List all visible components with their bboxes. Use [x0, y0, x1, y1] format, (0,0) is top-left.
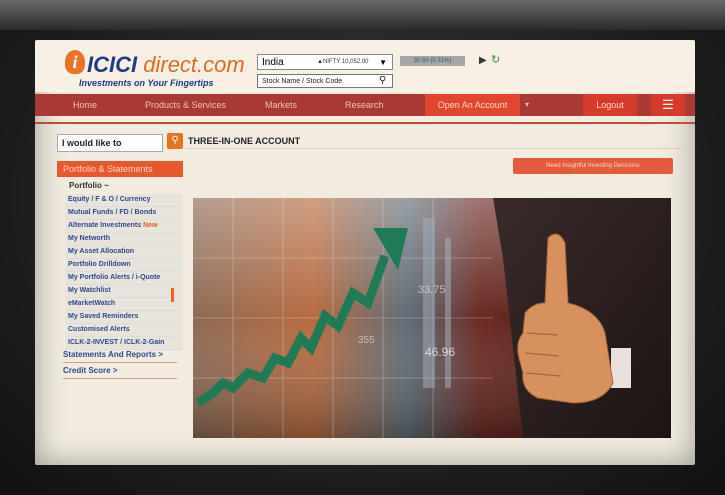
hero-number: 46.96 [425, 345, 455, 359]
main-nav: Home Products & Services Markets Researc… [35, 94, 695, 116]
hero-number: 33.75 [418, 284, 446, 296]
hero-image: 33.75 355 46.96 [193, 198, 671, 438]
search-icon[interactable]: ⚲ [167, 133, 183, 149]
stock-search-input[interactable]: Stock Name / Stock Code [257, 74, 393, 88]
sidebar-item[interactable]: My Saved Reminders [65, 311, 183, 324]
nav-products-services[interactable]: Products & Services [145, 94, 226, 116]
play-icon[interactable]: ▶ [479, 55, 487, 66]
logout-button[interactable]: Logout [583, 94, 637, 116]
hamburger-menu-icon[interactable]: ☰ [651, 94, 685, 116]
open-account-button[interactable]: Open An Account [425, 94, 520, 116]
hero-number: 355 [358, 335, 375, 346]
browser-screen: i ICICI direct.com Investments on Your F… [35, 40, 695, 465]
sidebar-section-header[interactable]: Portfolio & Statements [57, 161, 183, 177]
sidebar-item[interactable]: Mutual Funds / FD / Bonds [65, 207, 183, 220]
logo-tagline: Investments on Your Fingertips [79, 78, 214, 88]
insightful-investing-button[interactable]: Need Insightful Investing Decisions [513, 158, 673, 174]
chevron-down-icon: ▼ [379, 58, 387, 67]
shirt-cuff [611, 348, 631, 388]
sidebar-list: Equity / F & O / Currency Mutual Funds /… [65, 194, 183, 350]
nav-home[interactable]: Home [73, 94, 97, 116]
sidebar-item[interactable]: Customised Alerts [65, 324, 183, 337]
scrollbar-thumb[interactable] [171, 288, 174, 302]
statements-and-reports-link[interactable]: Statements And Reports > [63, 350, 163, 359]
credit-score-link[interactable]: Credit Score > [63, 366, 117, 375]
sidebar-item-alternate-investments[interactable]: Alternate Investments New [65, 220, 183, 233]
search-icon[interactable]: ⚲ [379, 74, 386, 88]
hero-banner: 33.75 355 46.96 [193, 198, 671, 438]
sidebar-item[interactable]: My Asset Allocation [65, 246, 183, 259]
sidebar-portfolio-toggle[interactable]: Portfolio ~ [69, 181, 109, 190]
nav-research[interactable]: Research [345, 94, 384, 116]
new-badge: New [143, 222, 158, 229]
sidebar-item[interactable]: My Networth [65, 233, 183, 246]
chevron-down-icon[interactable]: ▾ [525, 94, 529, 116]
site-header: i ICICI direct.com Investments on Your F… [35, 40, 695, 92]
logo-text: ICICI direct.com [87, 52, 245, 77]
sidebar-item[interactable]: ICLK-2-INVEST / ICLK-2-Gain [65, 337, 183, 350]
i-would-like-to-input[interactable]: I would like to [57, 134, 163, 152]
divider [63, 378, 177, 379]
sidebar-item[interactable]: My Watchlist [65, 285, 183, 298]
divider [63, 362, 177, 363]
refresh-icon[interactable]: ↻ [491, 53, 500, 66]
sidebar-item[interactable]: eMarketWatch [65, 298, 183, 311]
page-title: THREE-IN-ONE ACCOUNT [188, 136, 301, 146]
ticker-change: 30.50 (0.31%) [400, 56, 465, 66]
divider [185, 148, 685, 149]
divider [35, 122, 695, 124]
sidebar-item[interactable]: Portfolio Drilldown [65, 259, 183, 272]
nifty-ticker: ▲NIFTY 10,052.00 [317, 59, 369, 65]
nav-markets[interactable]: Markets [265, 94, 297, 116]
background-top [0, 0, 725, 30]
logo-i-icon: i [65, 50, 85, 74]
sidebar-item[interactable]: My Portfolio Alerts / i-Quote [65, 272, 183, 285]
sidebar-item[interactable]: Equity / F & O / Currency [65, 194, 183, 207]
